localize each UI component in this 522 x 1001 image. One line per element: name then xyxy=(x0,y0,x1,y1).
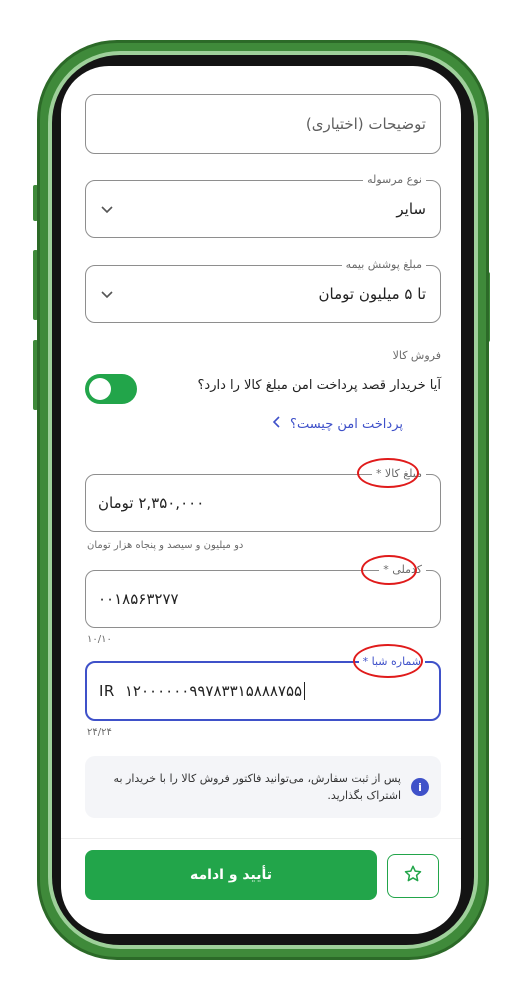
sheba-number-counter: ۲۴/۲۴ xyxy=(87,727,112,738)
favorite-button[interactable] xyxy=(387,854,439,898)
goods-amount-value: ۲,۳۵۰,۰۰۰ تومان xyxy=(98,494,205,512)
confirm-continue-button[interactable]: تأیید و ادامه xyxy=(85,850,377,900)
chevron-left-icon xyxy=(272,416,282,432)
national-code-value: ۰۰۱۸۵۶۳۲۷۷ xyxy=(98,590,179,608)
goods-amount-helper-text: دو میلیون و سیصد و پنجاه هزار تومان xyxy=(87,540,244,551)
secure-payment-toggle[interactable] xyxy=(85,374,137,404)
phone-screen: توضیحات (اختیاری) نوع مرسوله سایر مبلغ پ… xyxy=(61,66,461,934)
sheba-prefix: IR xyxy=(99,682,115,700)
insurance-select[interactable]: مبلغ پوشش بیمه تا ۵ میلیون تومان xyxy=(85,257,441,323)
sheba-digits: ۱۲۰۰۰۰۰۰۹۹۷۸۳۳۱۵۸۸۸۷۵۵ xyxy=(124,682,303,700)
annotation-circle-national-code xyxy=(361,555,417,585)
annotation-circle-sheba-number xyxy=(353,644,423,678)
chevron-down-icon[interactable] xyxy=(100,181,114,237)
secure-payment-link-label: پرداخت امن چیست؟ xyxy=(290,416,403,432)
toggle-knob xyxy=(89,378,111,400)
text-cursor xyxy=(304,682,306,700)
secure-payment-link[interactable]: پرداخت امن چیست؟ xyxy=(272,416,403,432)
star-icon xyxy=(403,864,423,888)
insurance-value: تا ۵ میلیون تومان xyxy=(318,285,426,303)
shipment-type-value: سایر xyxy=(396,200,426,218)
info-notice: i پس از ثبت سفارش، می‌توانید فاکتور فروش… xyxy=(85,756,441,818)
sheba-number-value: IR ۱۲۰۰۰۰۰۰۹۹۷۸۳۳۱۵۸۸۸۷۵۵ xyxy=(99,663,306,719)
info-notice-text: پس از ثبت سفارش، می‌توانید فاکتور فروش ک… xyxy=(113,772,401,802)
annotation-circle-goods-amount xyxy=(357,458,419,488)
footer-divider xyxy=(61,838,461,839)
national-code-counter: ۱۰/۱۰ xyxy=(87,634,112,645)
info-icon: i xyxy=(411,778,429,796)
goods-sale-section-label: فروش کالا xyxy=(392,349,441,362)
description-field[interactable]: توضیحات (اختیاری) xyxy=(85,94,441,154)
secure-payment-question: آیا خریدار قصد پرداخت امن مبلغ کالا را د… xyxy=(197,378,442,393)
shipment-type-select[interactable]: نوع مرسوله سایر xyxy=(85,172,441,238)
description-placeholder: توضیحات (اختیاری) xyxy=(305,115,426,133)
chevron-down-icon[interactable] xyxy=(100,266,114,322)
